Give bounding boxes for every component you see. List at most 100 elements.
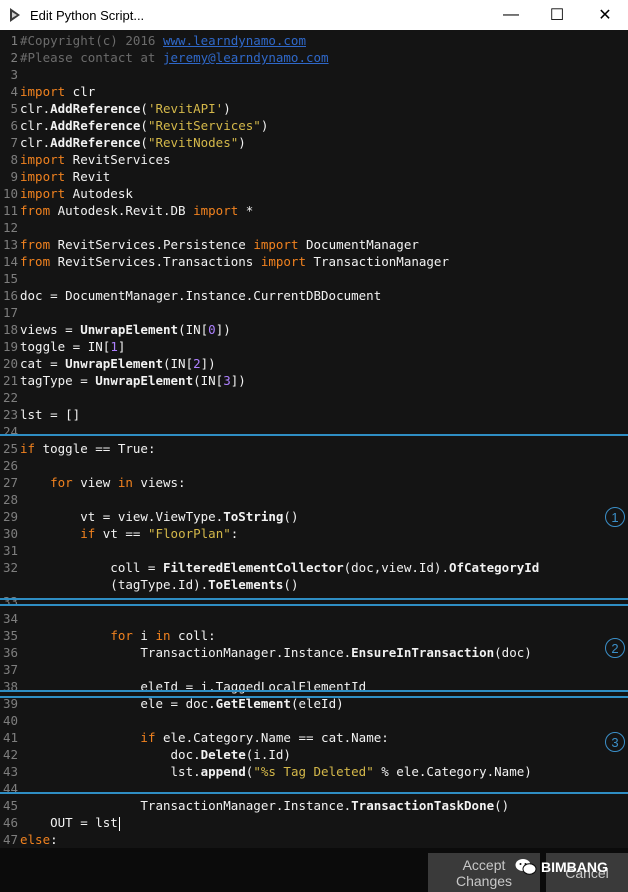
code-line[interactable]: 18 views = UnwrapElement(IN[0])	[0, 321, 231, 338]
code-line[interactable]: 23 lst = []	[0, 406, 80, 423]
code-line[interactable]: 42 doc.Delete(i.Id)	[0, 746, 291, 763]
code-token: import	[20, 169, 66, 184]
code-line[interactable]: 20 cat = UnwrapElement(IN[2])	[0, 355, 216, 372]
code-token: Autodesk.Revit.DB	[50, 203, 194, 218]
code-line[interactable]: 5 clr.AddReference('RevitAPI')	[0, 100, 231, 117]
line-number: 22	[2, 390, 18, 405]
code-line[interactable]: 32 coll = FilteredElementCollector(doc,v…	[0, 559, 539, 576]
code-token: (doc,view.Id).	[343, 560, 449, 575]
code-line[interactable]: 19 toggle = IN[1]	[0, 338, 125, 355]
code-text: views = UnwrapElement(IN[0])	[18, 322, 231, 337]
line-number: 46	[2, 815, 18, 830]
code-line[interactable]: 45 TransactionManager.Instance.Transacti…	[0, 797, 509, 814]
code-token: Revit	[65, 169, 111, 184]
code-line[interactable]: 43 lst.append("%s Tag Deleted" % ele.Cat…	[0, 763, 532, 780]
window-title: Edit Python Script...	[30, 8, 145, 23]
code-line[interactable]: 15	[0, 270, 20, 287]
code-line[interactable]: 6 clr.AddReference("RevitServices")	[0, 117, 268, 134]
code-line[interactable]: 40	[0, 712, 20, 729]
code-line[interactable]: 34	[0, 610, 20, 627]
code-token: TransactionManager.Instance.	[20, 798, 352, 813]
code-text: clr.AddReference('RevitAPI')	[18, 101, 231, 116]
code-line[interactable]: 30 if vt == "FloorPlan":	[0, 525, 238, 542]
code-text: #Copyright(c) 2016 www.learndynamo.com	[18, 33, 306, 48]
minimize-button[interactable]: —	[488, 0, 534, 30]
line-number: 15	[2, 271, 18, 286]
code-line[interactable]: 2 #Please contact at jeremy@learndynamo.c…	[0, 49, 329, 66]
code-text: #Please contact at jeremy@learndynamo.co…	[18, 50, 329, 65]
code-token: ])	[230, 373, 246, 388]
code-text: coll = FilteredElementCollector(doc,view…	[18, 560, 539, 575]
code-token: ele.Category.Name == cat.Name:	[155, 730, 389, 745]
code-line[interactable]: 44	[0, 780, 20, 797]
code-line[interactable]: 37	[0, 661, 20, 678]
line-number: 27	[2, 475, 18, 490]
code-line[interactable]: 10 import Autodesk	[0, 185, 133, 202]
code-line[interactable]: 7 clr.AddReference("RevitNodes")	[0, 134, 246, 151]
code-line[interactable]: 8 import RevitServices	[0, 151, 170, 168]
code-token: (IN[	[163, 356, 194, 371]
code-token: )	[238, 135, 246, 150]
code-token: ])	[200, 356, 216, 371]
code-line[interactable]: 3	[0, 66, 20, 83]
code-token: import	[193, 203, 239, 218]
code-text: clr.AddReference("RevitServices")	[18, 118, 268, 133]
code-line[interactable]: 25 if toggle == True:	[0, 440, 156, 457]
code-token: coll:	[170, 628, 216, 643]
line-number: 18	[2, 322, 18, 337]
code-text: clr.AddReference("RevitNodes")	[18, 135, 246, 150]
code-line[interactable]: 29 vt = view.ViewType.ToString()	[0, 508, 299, 525]
watermark: BIMBANG	[515, 858, 608, 876]
code-token: 3	[223, 373, 231, 388]
code-token: doc = DocumentManager.Instance.CurrentDB…	[20, 288, 382, 303]
code-line[interactable]: 17	[0, 304, 20, 321]
code-line[interactable]: 26	[0, 457, 20, 474]
code-line[interactable]: 46 OUT = lst	[0, 814, 120, 831]
line-number: 5	[10, 101, 18, 116]
code-line[interactable]: 33	[0, 593, 20, 610]
code-line[interactable]: 36 TransactionManager.Instance.EnsureInT…	[0, 644, 532, 661]
code-token: 2	[193, 356, 201, 371]
code-text: if vt == "FloorPlan":	[18, 526, 238, 541]
section-separator	[0, 696, 628, 698]
code-line[interactable]: 38 eleId = i.TaggedLocalElementId	[0, 678, 366, 695]
code-token[interactable]: www.learndynamo.com	[163, 33, 306, 48]
code-token: OfCategoryId	[448, 560, 540, 575]
code-line[interactable]: 4 import clr	[0, 83, 95, 100]
section-marker-3: 3	[605, 732, 625, 752]
code-line-wrapped[interactable]: (tagType.Id).ToElements()	[0, 576, 298, 593]
code-line[interactable]: 12	[0, 219, 20, 236]
code-token: toggle = IN[	[20, 339, 111, 354]
code-line[interactable]: 13 from RevitServices.Persistence import …	[0, 236, 419, 253]
code-line[interactable]: 31	[0, 542, 20, 559]
code-line[interactable]: 11 from Autodesk.Revit.DB import *	[0, 202, 253, 219]
code-editor[interactable]: 1 #Copyright(c) 2016 www.learndynamo.com 2…	[0, 30, 628, 848]
code-line[interactable]: 27 for view in views:	[0, 474, 186, 491]
maximize-button[interactable]: ☐	[534, 0, 580, 30]
code-text: for view in views:	[18, 475, 185, 490]
code-line[interactable]: 14 from RevitServices.Transactions import…	[0, 253, 449, 270]
code-line[interactable]: 16 doc = DocumentManager.Instance.Current…	[0, 287, 381, 304]
line-number: 24	[2, 424, 18, 439]
code-token: in	[117, 475, 133, 490]
code-line[interactable]: 1 #Copyright(c) 2016 www.learndynamo.com	[0, 32, 306, 49]
code-line[interactable]: 35 for i in coll:	[0, 627, 216, 644]
code-line[interactable]: 47 else:	[0, 831, 58, 848]
code-token: RevitServices.Persistence	[50, 237, 254, 252]
code-line[interactable]: 41 if ele.Category.Name == cat.Name:	[0, 729, 389, 746]
code-token: ()	[283, 577, 299, 592]
code-line[interactable]: 24	[0, 423, 20, 440]
code-line[interactable]: 21 tagType = UnwrapElement(IN[3])	[0, 372, 246, 389]
code-token[interactable]: jeremy@learndynamo.com	[163, 50, 329, 65]
code-token: doc.	[20, 747, 201, 762]
code-line[interactable]: 22	[0, 389, 20, 406]
code-line[interactable]: 28	[0, 491, 20, 508]
close-button[interactable]: ✕	[582, 0, 628, 30]
code-token: (tagType.Id).	[20, 577, 209, 592]
code-token: ToElements	[208, 577, 284, 592]
code-line[interactable]: 9 import Revit	[0, 168, 110, 185]
code-token: from	[20, 254, 51, 269]
code-token: "FloorPlan"	[147, 526, 231, 541]
section-separator	[0, 690, 628, 692]
